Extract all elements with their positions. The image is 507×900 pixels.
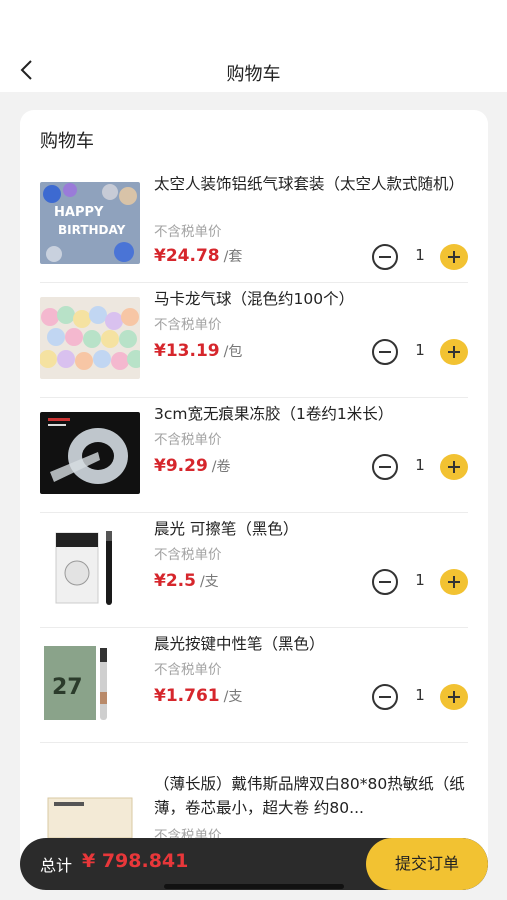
increase-quantity-button[interactable] [440,454,468,480]
decrease-quantity-button[interactable] [372,454,398,480]
svg-text:27: 27 [52,675,83,700]
increase-quantity-button[interactable] [440,244,468,270]
item-price: ¥9.29/卷 [154,456,231,476]
item-name[interactable]: 晨光 可擦笔（黑色） [154,517,474,541]
item-price: ¥24.78/套 [154,246,242,266]
cart-item: 3cm宽无痕果冻胶（1卷约1米长） 不含税单价 ¥9.29/卷 1 [40,398,468,513]
price-value: ¥1.761 [154,686,220,706]
tape-roll-image [40,412,140,494]
total-label: 总计 [40,856,73,875]
svg-text:HAPPY: HAPPY [54,205,104,220]
cart-item: HAPPY BIRTHDAY 太空人装饰铝纸气球套装（太空人款式随机） 不含税单… [40,168,468,283]
tax-excluded-label: 不含税单价 [154,662,222,678]
macaron-balloons-image [40,297,140,379]
decrease-quantity-button[interactable] [372,569,398,595]
tax-excluded-label: 不含税单价 [154,547,222,563]
decrease-quantity-button[interactable] [372,684,398,710]
item-price: ¥2.5/支 [154,571,219,591]
item-name[interactable]: 马卡龙气球（混色约100个） [154,287,474,311]
price-unit: /支 [199,574,219,590]
svg-text:BIRTHDAY: BIRTHDAY [58,223,126,237]
price-value: ¥24.78 [154,246,220,266]
erasable-pen-image [40,527,140,609]
increase-quantity-button[interactable] [440,569,468,595]
cart-item: 马卡龙气球（混色约100个） 不含税单价 ¥13.19/包 1 [40,283,468,398]
cart-item: 晨光 可擦笔（黑色） 不含税单价 ¥2.5/支 1 [40,513,468,628]
price-unit: /支 [223,689,243,705]
price-value: ¥9.29 [154,456,208,476]
tax-excluded-label: 不含税单价 [154,432,222,448]
increase-quantity-button[interactable] [440,684,468,710]
item-divider [40,742,468,743]
price-value: ¥2.5 [154,571,196,591]
tax-excluded-label: 不含税单价 [154,224,222,240]
cart-section-title: 购物车 [40,131,94,152]
quantity-stepper: 1 [372,339,468,365]
price-unit: /套 [223,249,243,265]
page-title: 购物车 [226,64,281,85]
total-amount: ¥ 798.841 [82,850,189,872]
cart-card: 购物车 HAPPY BIRTHDAY 太空人装饰铝纸气球套装（太空人款式随机） … [20,110,488,870]
cart-item: 27 晨光按键中性笔（黑色） 不含税单价 ¥1.761/支 1 [40,628,468,743]
quantity-stepper: 1 [372,454,468,480]
quantity-value: 1 [415,456,425,474]
gel-pen-image: 27 [40,642,140,724]
tax-excluded-label: 不含税单价 [154,317,222,333]
quantity-stepper: 1 [372,684,468,710]
quantity-value: 1 [415,341,425,359]
quantity-stepper: 1 [372,569,468,595]
quantity-value: 1 [415,246,425,264]
price-value: ¥13.19 [154,341,220,361]
quantity-stepper: 1 [372,244,468,270]
decrease-quantity-button[interactable] [372,339,398,365]
submit-order-button[interactable]: 提交订单 [366,838,488,890]
item-price: ¥13.19/包 [154,341,242,361]
birthday-balloons-image: HAPPY BIRTHDAY [40,182,140,264]
item-name[interactable]: 太空人装饰铝纸气球套装（太空人款式随机） [154,172,474,196]
quantity-value: 1 [415,571,425,589]
item-name[interactable]: 晨光按键中性笔（黑色） [154,632,474,656]
item-price: ¥1.761/支 [154,686,242,706]
item-name[interactable]: （薄长版）戴伟斯品牌双白80*80热敏纸（纸薄，卷芯最小，超大卷 约80... [154,772,474,820]
checkout-bar: 总计 ¥ 798.841 提交订单 [20,838,488,890]
price-unit: /卷 [211,459,231,475]
increase-quantity-button[interactable] [440,339,468,365]
price-unit: /包 [223,344,243,360]
home-indicator [164,884,344,889]
item-name[interactable]: 3cm宽无痕果冻胶（1卷约1米长） [154,402,474,426]
decrease-quantity-button[interactable] [372,244,398,270]
quantity-value: 1 [415,686,425,704]
top-nav-bar: 购物车 [0,0,507,92]
